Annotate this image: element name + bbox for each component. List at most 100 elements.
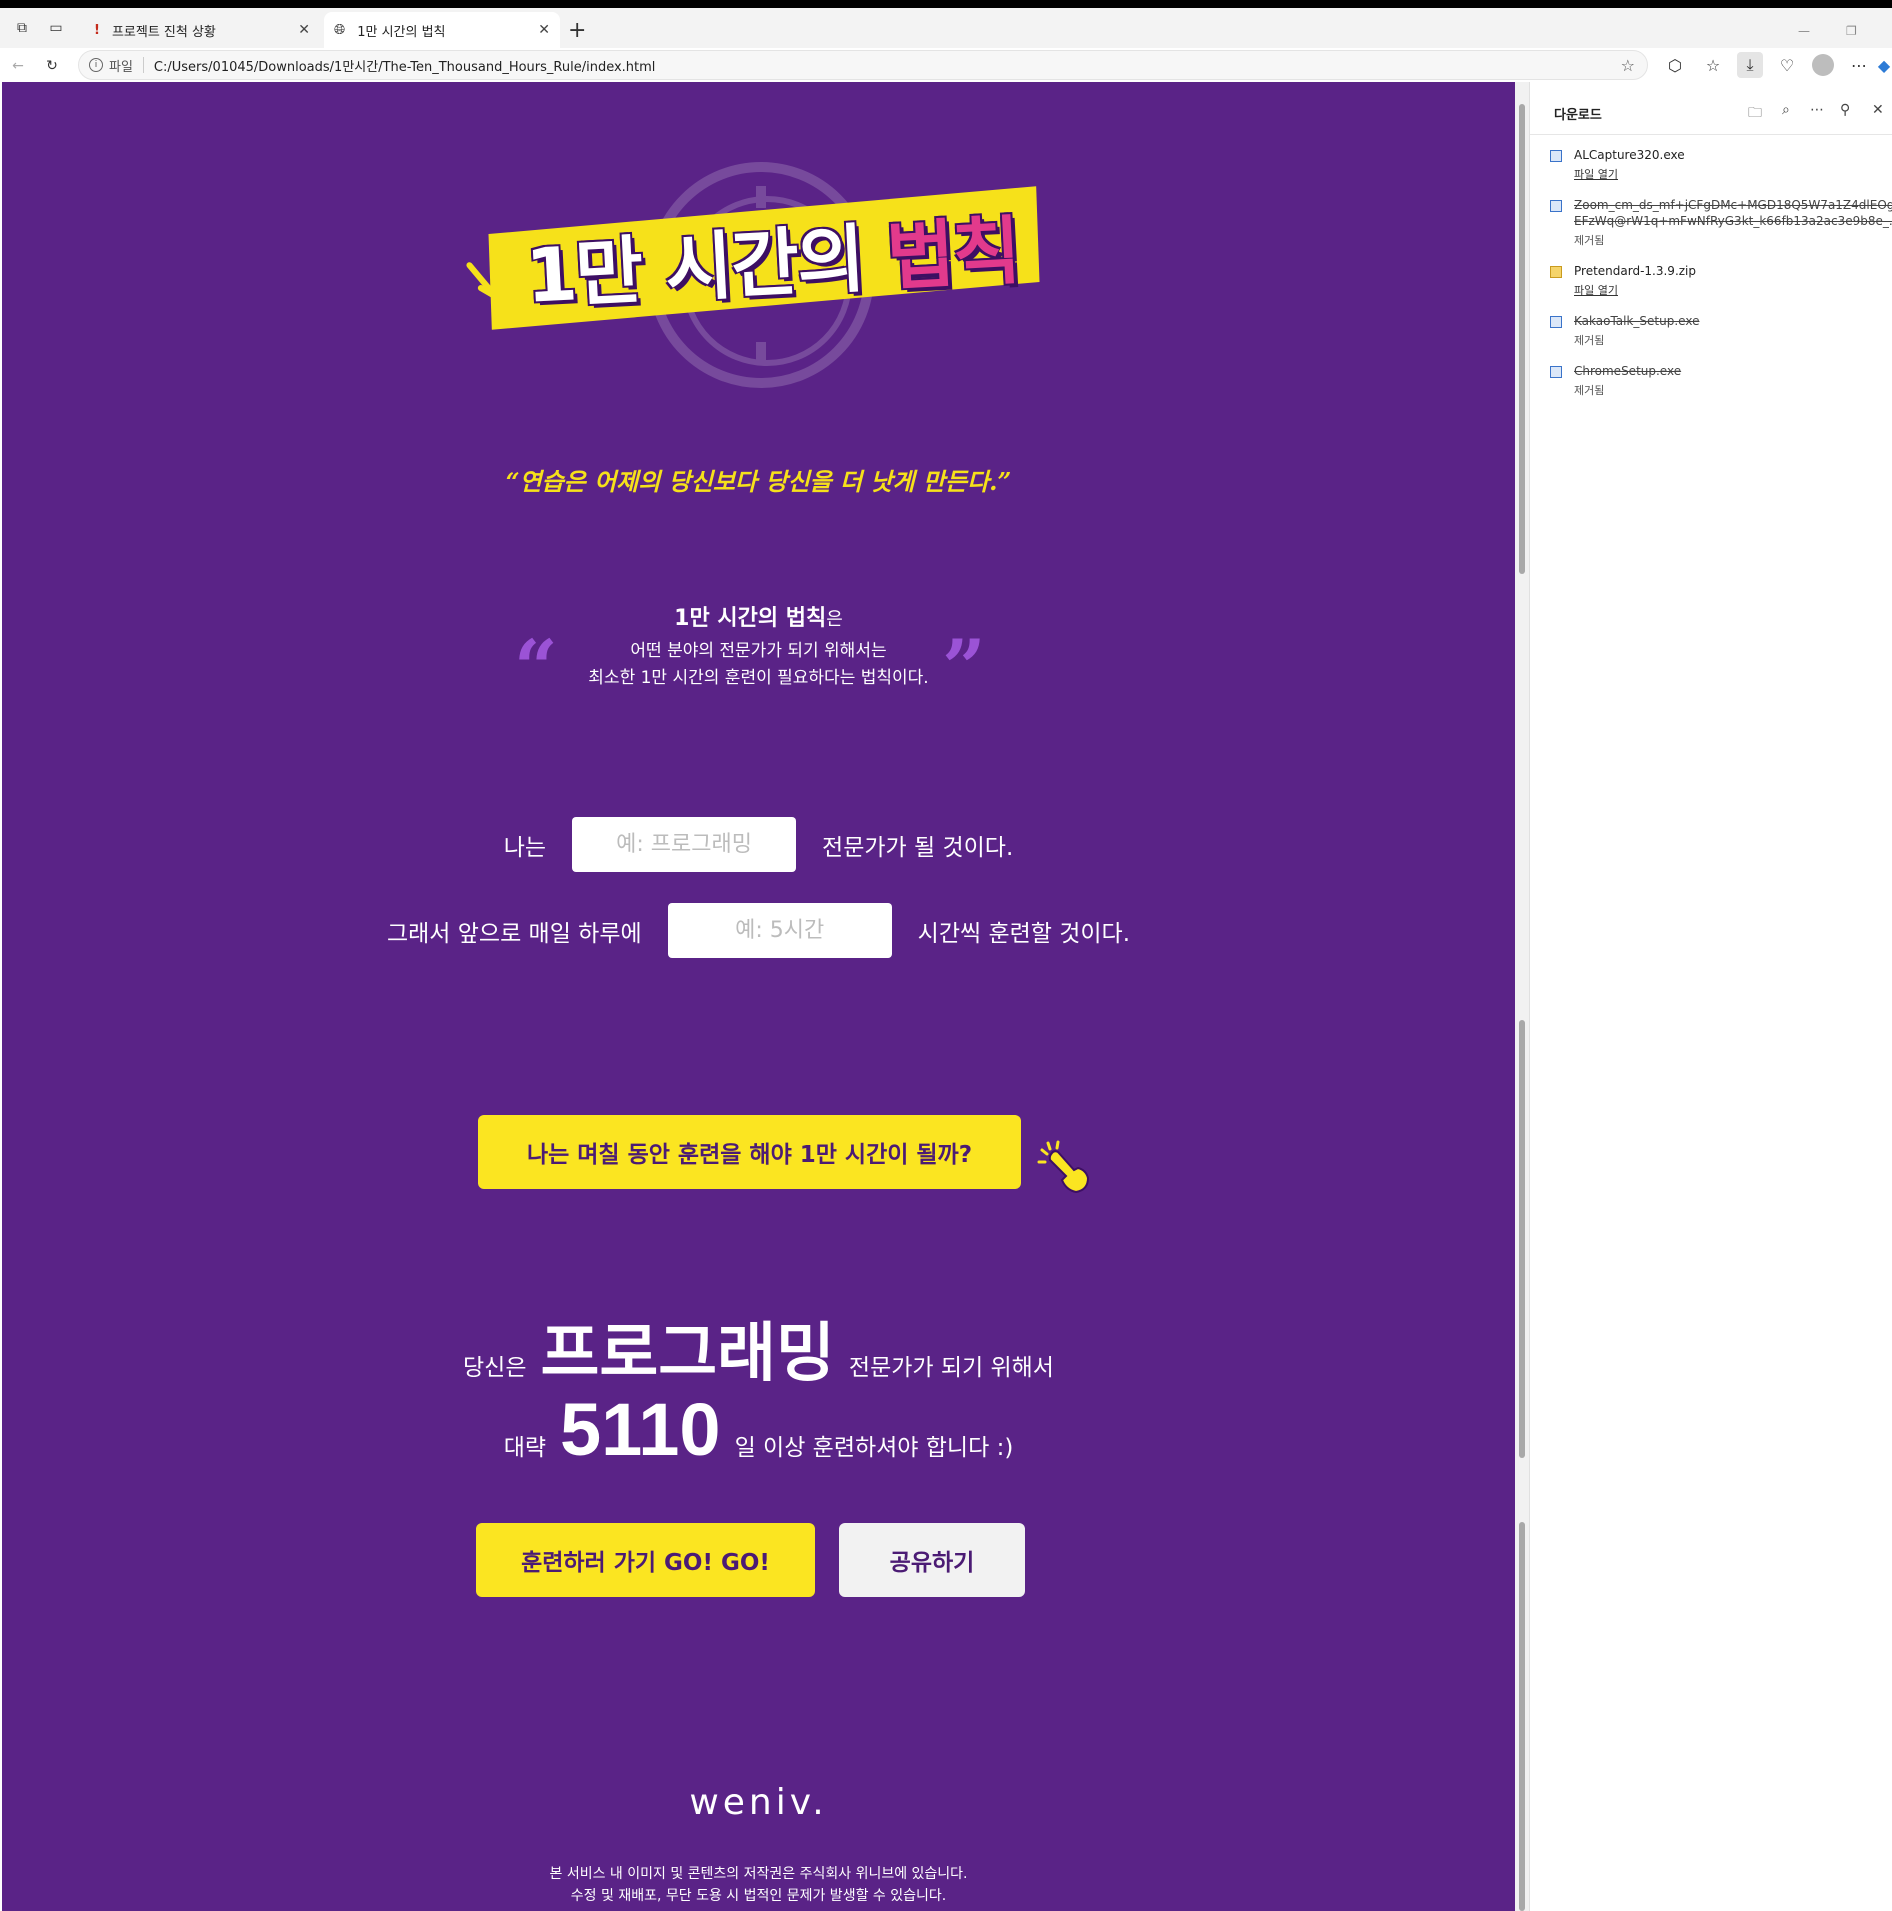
definition-line-2: 최소한 1만 시간의 훈련이 필요하다는 법칙이다. — [588, 668, 929, 688]
download-status: 제거됨 — [1574, 334, 1605, 347]
close-icon[interactable]: ✕ — [538, 22, 550, 38]
folder-icon[interactable]: 🗀︎ — [1748, 102, 1762, 126]
definition-title-suffix: 은 — [826, 609, 843, 630]
page-content: 1만 시간의 법칙 “연습은 어제의 당신보다 당신을 더 낫게 만든다.” “… — [2, 82, 1515, 1911]
share-button[interactable]: 공유하기 — [839, 1523, 1025, 1597]
calculate-button[interactable]: 나는 며칠 동안 훈련을 해야 1만 시간이 될까? — [478, 1115, 1021, 1189]
time-suffix: 시간씩 훈련할 것이다. — [917, 920, 1131, 947]
download-icon[interactable]: ⤓ — [1737, 52, 1763, 78]
field-row: 나는 전문가가 될 것이다. — [2, 817, 1515, 872]
scheme-label: 파일 — [109, 59, 133, 75]
tab-title: 1만 시간의 법칙 — [357, 24, 446, 40]
profile-icon[interactable] — [1810, 52, 1836, 78]
tab-ten-thousand-hours[interactable]: 🌐︎ 1만 시간의 법칙 ✕ — [324, 12, 560, 48]
open-file-link[interactable]: 파일 열기 — [1574, 282, 1618, 298]
download-item[interactable]: Pretendard-1.3.9.zip 파일 열기 — [1550, 264, 1890, 300]
more-icon[interactable]: ⋯ — [1810, 102, 1824, 118]
exe-file-icon — [1550, 200, 1562, 212]
go-training-button[interactable]: 훈련하러 가기 GO! GO! — [476, 1523, 815, 1597]
close-icon[interactable]: ✕ — [298, 22, 310, 38]
download-file-name: Zoom_cm_ds_mf+jCFgDMc+MGD18Q5W7a1Z4dlEOg… — [1574, 198, 1892, 212]
alert-icon: ! — [94, 22, 100, 38]
minimize-icon[interactable]: — — [1798, 24, 1810, 38]
url-text[interactable]: C:/Users/01045/Downloads/1만시간/The-Ten_Th… — [154, 56, 655, 75]
time-input[interactable] — [667, 903, 892, 958]
star-icon[interactable]: ☆ — [1621, 56, 1635, 75]
refresh-icon[interactable]: ↻ — [42, 56, 62, 76]
pointing-hand-icon — [1037, 1140, 1090, 1194]
copyright-line-2: 수정 및 재배포, 무단 도용 시 법적인 문제가 발생할 수 있습니다. — [570, 1888, 947, 1904]
more-icon[interactable]: ⋯ — [1846, 52, 1872, 78]
download-file-name: ALCapture320.exe — [1574, 148, 1685, 162]
workspaces-icon[interactable]: ⧉ — [12, 18, 32, 38]
window-top-edge — [0, 0, 1892, 8]
copilot-icon[interactable]: ◆ — [1876, 52, 1892, 78]
download-status: 제거됨 — [1574, 384, 1605, 397]
clock-tick — [756, 342, 766, 364]
downloads-title: 다운로드 — [1554, 108, 1602, 123]
page-scrollbar[interactable] — [1515, 82, 1529, 1911]
result-suffix-2: 일 이상 훈련하셔야 합니다 :) — [734, 1435, 1014, 1461]
download-status: 제거됨 — [1574, 234, 1605, 247]
restore-icon[interactable]: ❐ — [1846, 24, 1857, 38]
result-field: 프로그래밍 — [540, 1317, 835, 1391]
copyright-line-1: 본 서비스 내 이미지 및 콘텐츠의 저작권은 주식회사 위니브에 있습니다. — [549, 1866, 968, 1882]
address-divider — [142, 57, 144, 73]
result-prefix-2: 대략 — [503, 1435, 547, 1461]
exe-file-icon — [1550, 150, 1562, 162]
scrollbar-thumb[interactable] — [1519, 1522, 1525, 1911]
field-input[interactable] — [572, 817, 797, 872]
download-item[interactable]: KakaoTalk_Setup.exe 제거됨 — [1550, 314, 1890, 350]
copyright-text: 본 서비스 내 이미지 및 콘텐츠의 저작권은 주식회사 위니브에 있습니다. … — [2, 1863, 1515, 1907]
extensions-icon[interactable]: ⬡ — [1662, 52, 1688, 78]
result-suffix-1: 전문가가 되기 위해서 — [848, 1355, 1054, 1381]
definition-line-1: 어떤 분야의 전문가가 되기 위해서는 — [630, 641, 887, 661]
download-file-name: ChromeSetup.exe — [1574, 364, 1682, 378]
result-days: 5110 — [560, 1388, 721, 1471]
motivation-quote: “연습은 어제의 당신보다 당신을 더 낫게 만든다.” — [505, 467, 1012, 496]
download-item[interactable]: ChromeSetup.exe 제거됨 — [1550, 364, 1890, 400]
field-prefix: 나는 — [503, 834, 547, 861]
downloads-panel: 다운로드 🗀︎ ⌕ ⋯ ⚲ ✕ ALCapture320.exe 파일 열기 Z… — [1529, 82, 1892, 1911]
result-line-1: 당신은 프로그래밍 전문가가 되기 위해서 — [2, 1302, 1515, 1394]
open-file-link[interactable]: 파일 열기 — [1574, 166, 1618, 182]
time-row: 그래서 앞으로 매일 하루에 시간씩 훈련할 것이다. — [2, 903, 1515, 958]
download-file-name: KakaoTalk_Setup.exe — [1574, 314, 1700, 328]
page-title: 1만 시간의 법칙 — [500, 190, 1045, 325]
definition-block: 1만 시간의 법칙은 어떤 분야의 전문가가 되기 위해서는 최소한 1만 시간… — [2, 600, 1515, 692]
health-icon[interactable]: ♡ — [1774, 52, 1800, 78]
address-bar-row: ← ↻ i 파일 C:/Users/01045/Downloads/1만시간/T… — [0, 48, 1892, 84]
tab-strip: ⧉ ▭ ! 프로젝트 진척 상황 ✕ 🌐︎ 1만 시간의 법칙 ✕ + — ❐ — [0, 8, 1892, 48]
definition-title: 1만 시간의 법칙 — [674, 606, 827, 631]
download-file-name-continued: EFzWq@rW1q+mFwNfRyG3kt_k66fb13a2ac3e9b8e… — [1574, 214, 1892, 228]
weniv-logo[interactable]: weniv. — [2, 1782, 1515, 1823]
time-prefix: 그래서 앞으로 매일 하루에 — [386, 920, 642, 947]
title-part2: 법칙 — [884, 208, 1022, 301]
scrollbar-thumb[interactable] — [1519, 1020, 1525, 1458]
download-file-name: Pretendard-1.3.9.zip — [1574, 264, 1697, 278]
favorites-icon[interactable]: ☆ — [1700, 52, 1726, 78]
back-arrow-icon[interactable]: ← — [8, 56, 28, 76]
tab-project-progress[interactable]: ! 프로젝트 진척 상황 ✕ — [84, 12, 320, 48]
field-suffix: 전문가가 될 것이다. — [822, 834, 1014, 861]
downloads-divider — [1530, 134, 1892, 135]
title-part1: 1만 시간의 — [523, 215, 890, 320]
tab-title: 프로젝트 진척 상황 — [111, 24, 216, 40]
result-prefix-1: 당신은 — [463, 1355, 527, 1381]
info-icon[interactable]: i — [89, 58, 103, 72]
avatar — [1812, 54, 1834, 76]
exe-file-icon — [1550, 316, 1562, 328]
new-tab-button[interactable]: + — [568, 20, 586, 42]
close-icon[interactable]: ✕ — [1872, 102, 1884, 118]
address-bar[interactable]: i 파일 C:/Users/01045/Downloads/1만시간/The-T… — [78, 50, 1648, 80]
zip-file-icon — [1550, 266, 1562, 278]
download-item[interactable]: ALCapture320.exe 파일 열기 — [1550, 148, 1890, 184]
download-item[interactable]: Zoom_cm_ds_mf+jCFgDMc+MGD18Q5W7a1Z4dlEOg… — [1550, 198, 1892, 247]
pin-icon[interactable]: ⚲ — [1840, 102, 1850, 118]
scrollbar-thumb[interactable] — [1519, 104, 1525, 574]
result-line-2: 대략 5110 일 이상 훈련하셔야 합니다 :) — [2, 1387, 1515, 1472]
exe-file-icon — [1550, 366, 1562, 378]
search-icon[interactable]: ⌕ — [1782, 102, 1790, 118]
tab-actions-icon[interactable]: ▭ — [46, 18, 66, 38]
globe-icon: 🌐︎ — [334, 22, 346, 38]
